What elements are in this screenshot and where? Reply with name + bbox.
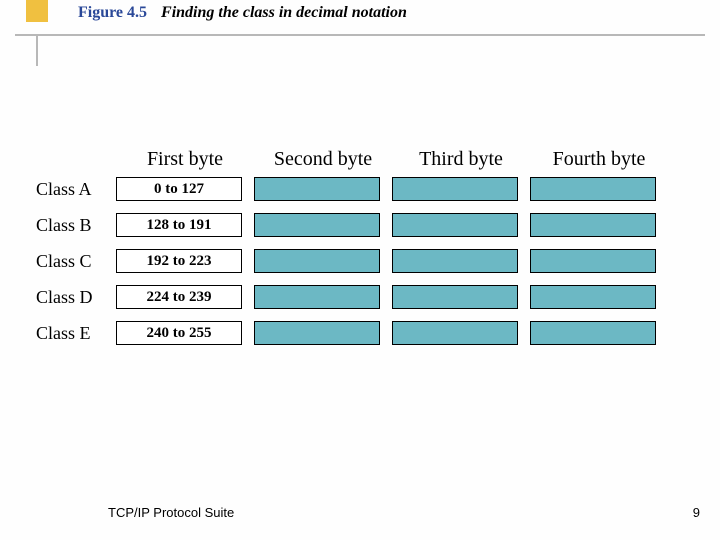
- empty-cell: [254, 249, 380, 273]
- col-header-4: Fourth byte: [530, 148, 668, 171]
- empty-cell: [530, 249, 656, 273]
- range-cell: 0 to 127: [116, 177, 242, 201]
- empty-cell: [392, 249, 518, 273]
- col-header-2: Second byte: [254, 148, 392, 171]
- empty-cell: [254, 321, 380, 345]
- empty-cell: [392, 321, 518, 345]
- class-table: First byte Second byte Third byte Fourth…: [36, 148, 696, 357]
- footer-source: TCP/IP Protocol Suite: [108, 505, 234, 520]
- range-cell: 128 to 191: [116, 213, 242, 237]
- table-row: Class A 0 to 127: [36, 177, 696, 201]
- empty-cell: [530, 213, 656, 237]
- empty-cell: [530, 321, 656, 345]
- column-headers: First byte Second byte Third byte Fourth…: [116, 148, 696, 171]
- empty-cell: [392, 285, 518, 309]
- table-row: Class E 240 to 255: [36, 321, 696, 345]
- empty-cell: [254, 285, 380, 309]
- accent-square-icon: [26, 0, 48, 22]
- slide-header: Figure 4.5 Finding the class in decimal …: [0, 0, 720, 70]
- row-label: Class B: [36, 215, 116, 236]
- title-row: Figure 4.5 Finding the class in decimal …: [78, 4, 407, 22]
- empty-cell: [530, 285, 656, 309]
- col-header-3: Third byte: [392, 148, 530, 171]
- row-label: Class C: [36, 251, 116, 272]
- range-cell: 240 to 255: [116, 321, 242, 345]
- col-header-1: First byte: [116, 148, 254, 171]
- row-label: Class D: [36, 287, 116, 308]
- horizontal-rule: [15, 34, 705, 36]
- empty-cell: [392, 177, 518, 201]
- table-row: Class C 192 to 223: [36, 249, 696, 273]
- table-row: Class B 128 to 191: [36, 213, 696, 237]
- page-number: 9: [693, 505, 700, 520]
- range-cell: 192 to 223: [116, 249, 242, 273]
- row-label: Class E: [36, 323, 116, 344]
- empty-cell: [530, 177, 656, 201]
- range-cell: 224 to 239: [116, 285, 242, 309]
- figure-title: Finding the class in decimal notation: [161, 4, 407, 22]
- figure-label: Figure 4.5: [78, 4, 147, 22]
- empty-cell: [254, 213, 380, 237]
- row-label: Class A: [36, 179, 116, 200]
- empty-cell: [392, 213, 518, 237]
- vertical-rule: [36, 34, 38, 66]
- empty-cell: [254, 177, 380, 201]
- table-row: Class D 224 to 239: [36, 285, 696, 309]
